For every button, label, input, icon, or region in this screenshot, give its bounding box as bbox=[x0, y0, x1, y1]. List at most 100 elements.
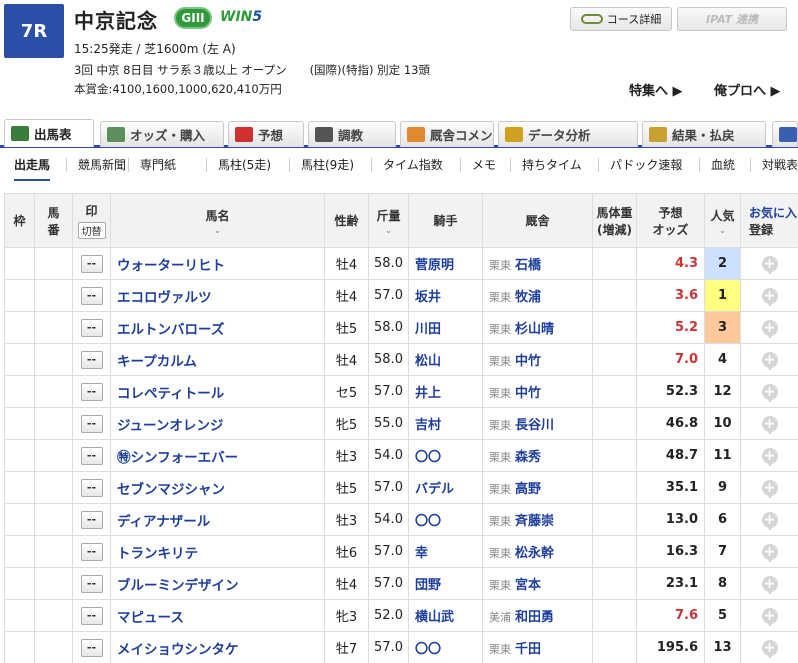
trainer-link[interactable]: 石橋 bbox=[511, 258, 541, 273]
subtab-5[interactable]: タイム指数 bbox=[383, 156, 443, 173]
horse-name-link[interactable]: ㊕シンフォーエバー bbox=[110, 439, 325, 472]
favorite-add-icon[interactable]: + bbox=[761, 511, 778, 531]
mark-select-button[interactable]: -- bbox=[80, 478, 103, 497]
tab-0[interactable]: 出馬表 bbox=[4, 119, 94, 147]
trainer-link[interactable]: 松永幹 bbox=[511, 546, 554, 561]
umaban-cell bbox=[34, 343, 73, 376]
favorite-add-icon[interactable]: + bbox=[761, 383, 778, 403]
mark-select-button[interactable]: -- bbox=[80, 638, 103, 657]
horse-name-link[interactable]: ディアナザール bbox=[110, 503, 325, 536]
mark-select-button[interactable]: -- bbox=[80, 574, 103, 593]
trainer-link[interactable]: 森秀 bbox=[511, 450, 541, 465]
course-detail-button[interactable]: コース詳細 bbox=[570, 7, 672, 31]
horse-name-link[interactable]: キープカルム bbox=[110, 343, 325, 376]
trainer-link[interactable]: 高野 bbox=[511, 482, 541, 497]
subtab-10[interactable]: 対戦表 bbox=[762, 156, 798, 173]
horse-name-link[interactable]: エルトンバローズ bbox=[110, 311, 325, 344]
mark-cell: -- bbox=[72, 311, 111, 344]
favorite-add-icon[interactable]: + bbox=[761, 607, 778, 627]
horse-name-link[interactable]: ウォーターリヒト bbox=[110, 247, 325, 280]
tab-3[interactable]: 調教 bbox=[308, 121, 396, 147]
jockey-link[interactable]: 吉村 bbox=[408, 407, 483, 440]
jockey-link[interactable]: 〇〇 bbox=[408, 631, 483, 663]
trainer-link[interactable]: 中竹 bbox=[511, 354, 541, 369]
col-horse-name[interactable]: 馬名 ⌄ bbox=[110, 193, 325, 248]
jockey-link[interactable]: 〇〇 bbox=[408, 439, 483, 472]
tab-2[interactable]: 予想 bbox=[228, 121, 304, 147]
trainer-link[interactable]: 長谷川 bbox=[511, 418, 554, 433]
subtab-1[interactable]: 競馬新聞 bbox=[78, 156, 126, 173]
jockey-link[interactable]: 横山武 bbox=[408, 599, 483, 632]
tab-6[interactable]: 結果・払戻 bbox=[642, 121, 766, 147]
horse-name-link[interactable]: トランキリテ bbox=[110, 535, 325, 568]
mark-select-button[interactable]: -- bbox=[80, 382, 103, 401]
favorite-add-icon[interactable]: + bbox=[761, 319, 778, 339]
waku-cell bbox=[4, 567, 35, 600]
col-weight[interactable]: 斤量 ⌄ bbox=[368, 193, 409, 248]
popularity-cell: 13 bbox=[704, 631, 741, 663]
popularity-cell: 10 bbox=[704, 407, 741, 440]
mark-select-button[interactable]: -- bbox=[80, 606, 103, 625]
mark-select-button[interactable]: -- bbox=[80, 510, 103, 529]
jockey-link[interactable]: バデル bbox=[408, 471, 483, 504]
jockey-link[interactable]: 〇〇 bbox=[408, 503, 483, 536]
jockey-link[interactable]: 幸 bbox=[408, 535, 483, 568]
horse-name-link[interactable]: マピュース bbox=[110, 599, 325, 632]
col-popularity[interactable]: 人気 ⌄ bbox=[704, 193, 741, 248]
trainer-link[interactable]: 和田勇 bbox=[511, 610, 554, 625]
favorite-add-icon[interactable]: + bbox=[761, 543, 778, 563]
mark-select-button[interactable]: -- bbox=[80, 254, 103, 273]
mark-select-button[interactable]: -- bbox=[80, 414, 103, 433]
favorite-add-icon[interactable]: + bbox=[761, 639, 778, 659]
trainer-link[interactable]: 杉山晴 bbox=[511, 322, 554, 337]
favorite-add-icon[interactable]: + bbox=[761, 351, 778, 371]
favorite-add-icon[interactable]: + bbox=[761, 287, 778, 307]
pro-link[interactable]: 俺プロへ ▶ bbox=[714, 80, 781, 99]
horse-name-link[interactable]: セブンマジシャン bbox=[110, 471, 325, 504]
jockey-link[interactable]: 井上 bbox=[408, 375, 483, 408]
subtab-0[interactable]: 出走馬 bbox=[14, 156, 51, 181]
favorite-add-icon[interactable]: + bbox=[761, 447, 778, 467]
favorite-add-icon[interactable]: + bbox=[761, 255, 778, 275]
mark-select-button[interactable]: -- bbox=[80, 350, 103, 369]
subtab-8[interactable]: パドック速報 bbox=[610, 156, 682, 173]
mark-toggle-button[interactable]: 切替 bbox=[77, 222, 106, 239]
feature-link[interactable]: 特集へ ▶ bbox=[629, 80, 683, 99]
ipat-link-button[interactable]: IPAT 連携 bbox=[677, 7, 787, 31]
tab-1[interactable]: オッズ・購入 bbox=[100, 121, 224, 147]
subtab-7[interactable]: 持ちタイム bbox=[522, 156, 582, 173]
jockey-link[interactable]: 菅原明 bbox=[408, 247, 483, 280]
mark-select-button[interactable]: -- bbox=[80, 286, 103, 305]
trainer-link[interactable]: 千田 bbox=[511, 642, 541, 657]
tab-4[interactable]: 厩舎コメント bbox=[400, 121, 494, 147]
col-odds[interactable]: 予想 オッズ bbox=[636, 193, 705, 248]
favorite-add-icon[interactable]: + bbox=[761, 575, 778, 595]
mark-select-button[interactable]: -- bbox=[80, 318, 103, 337]
horse-name-link[interactable]: ジューンオレンジ bbox=[110, 407, 325, 440]
subtab-3[interactable]: 馬柱(5走) bbox=[218, 156, 271, 173]
trainer-link[interactable]: 牧浦 bbox=[511, 290, 541, 305]
jockey-link[interactable]: 団野 bbox=[408, 567, 483, 600]
mark-select-button[interactable]: -- bbox=[80, 542, 103, 561]
tab-7[interactable] bbox=[772, 121, 798, 147]
subtab-6[interactable]: メモ bbox=[472, 156, 496, 173]
subtab-2[interactable]: 専門紙 bbox=[140, 156, 176, 173]
trainer-link[interactable]: 中竹 bbox=[511, 386, 541, 401]
favorite-cell: + bbox=[740, 631, 798, 663]
horse-name-link[interactable]: コレペティトール bbox=[110, 375, 325, 408]
horse-name-link[interactable]: エコロヴァルツ bbox=[110, 279, 325, 312]
jockey-link[interactable]: 川田 bbox=[408, 311, 483, 344]
mark-select-button[interactable]: -- bbox=[80, 446, 103, 465]
jockey-link[interactable]: 坂井 bbox=[408, 279, 483, 312]
horse-name-link[interactable]: メイショウシンタケ bbox=[110, 631, 325, 663]
subtab-9[interactable]: 血統 bbox=[711, 156, 735, 173]
trainer-link[interactable]: 宮本 bbox=[511, 578, 541, 593]
horse-name-link[interactable]: ブルーミンデザイン bbox=[110, 567, 325, 600]
favorite-add-icon[interactable]: + bbox=[761, 479, 778, 499]
subtab-4[interactable]: 馬柱(9走) bbox=[301, 156, 354, 173]
trainer-link[interactable]: 斉藤崇 bbox=[511, 514, 554, 529]
jockey-link[interactable]: 松山 bbox=[408, 343, 483, 376]
popularity-cell: 1 bbox=[704, 279, 741, 312]
tab-5[interactable]: データ分析 bbox=[498, 121, 638, 147]
favorite-add-icon[interactable]: + bbox=[761, 415, 778, 435]
